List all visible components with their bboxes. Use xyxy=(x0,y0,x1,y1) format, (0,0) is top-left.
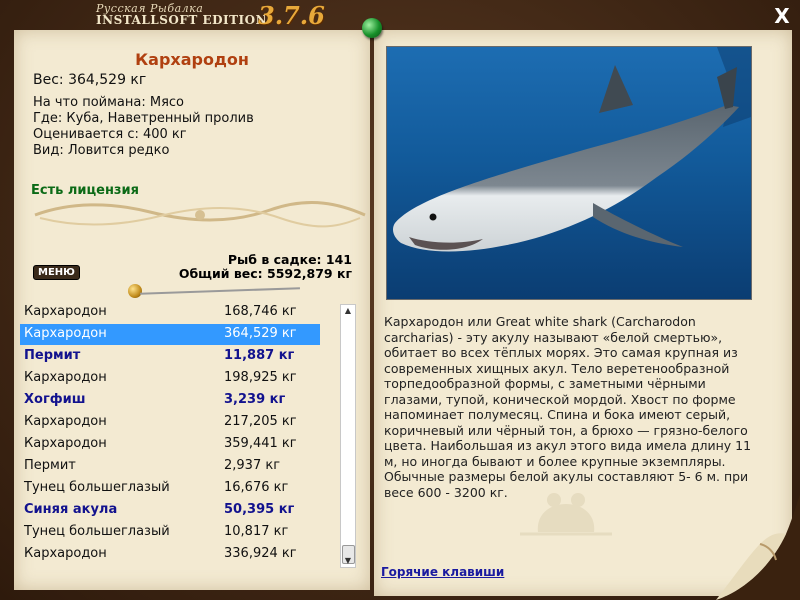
list-item[interactable]: Хогфиш 3,239 кг xyxy=(20,390,320,411)
shark-illustration xyxy=(393,47,751,252)
list-item[interactable]: Тунец большеглазый 10,817 кг xyxy=(20,522,320,543)
list-item[interactable]: Синяя акула 50,395 кг xyxy=(20,500,320,521)
close-button[interactable]: X xyxy=(770,4,794,28)
catch-list[interactable]: Кархародон 168,746 кг Кархародон 364,529 кг… xyxy=(20,300,338,570)
list-item-weight: 3,239 кг xyxy=(224,392,286,407)
license-status: Есть лицензия xyxy=(31,183,139,198)
scroll-up-icon[interactable]: ▲ xyxy=(341,305,355,317)
version-label: 3.7.6 xyxy=(258,1,325,30)
list-item[interactable]: Кархародон 198,925 кг xyxy=(20,368,320,389)
list-item-weight: 217,205 кг xyxy=(224,414,297,429)
list-item-name: Кархародон xyxy=(24,546,107,561)
list-item-weight: 16,676 кг xyxy=(224,480,289,495)
hotkeys-link[interactable]: Горячие клавиши xyxy=(381,565,504,579)
frog-watermark-icon xyxy=(520,493,612,536)
list-item-name: Пермит xyxy=(24,458,76,473)
fish-name: Кархародон xyxy=(135,50,249,69)
fish-rarity: Вид: Ловится редко xyxy=(33,143,170,158)
list-item[interactable]: Кархародон 359,441 кг xyxy=(20,434,320,455)
fish-weight: Вес: 364,529 кг xyxy=(33,72,147,88)
list-item-name: Кархародон xyxy=(24,436,107,451)
list-item[interactable]: Кархародон 336,924 кг xyxy=(20,544,320,565)
pin-icon xyxy=(362,18,382,38)
list-item-weight: 2,937 кг xyxy=(224,458,281,473)
list-item-name: Тунец большеглазый xyxy=(24,480,170,495)
list-item[interactable]: Кархародон 168,746 кг xyxy=(20,302,320,323)
list-item-weight: 11,887 кг xyxy=(224,348,295,363)
list-item-weight: 336,924 кг xyxy=(224,546,297,561)
list-item-weight: 359,441 кг xyxy=(224,436,297,451)
page-curl-icon[interactable] xyxy=(716,494,800,600)
list-item-name: Кархародон xyxy=(24,370,107,385)
fish-valued: Оценивается с: 400 кг xyxy=(33,127,187,142)
list-item[interactable]: Пермит 11,887 кг xyxy=(20,346,320,367)
shark-photo xyxy=(386,46,752,300)
ornament-divider xyxy=(34,201,366,228)
list-item-weight: 50,395 кг xyxy=(224,502,295,517)
total-weight: Общий вес: 5592,879 кг xyxy=(178,266,352,281)
list-item-name: Пермит xyxy=(24,348,81,363)
list-item-weight: 10,817 кг xyxy=(224,524,289,539)
menu-button[interactable]: МЕНЮ xyxy=(33,265,80,280)
list-item-name: Кархародон xyxy=(24,304,107,319)
list-pin-icon xyxy=(128,284,142,298)
brand-edition: INSTALLSOFT EDITION xyxy=(96,13,268,27)
list-item-name: Синяя акула xyxy=(24,502,118,517)
list-item-weight: 198,925 кг xyxy=(224,370,297,385)
list-item-weight: 168,746 кг xyxy=(224,304,297,319)
fish-bait: На что поймана: Мясо xyxy=(33,95,185,110)
list-item[interactable]: Пермит 2,937 кг xyxy=(20,456,320,477)
list-item-name: Кархародон xyxy=(24,414,107,429)
fish-count: Рыб в садке: 141 xyxy=(227,252,352,267)
list-scrollbar[interactable]: ▲ ▼ xyxy=(340,304,356,568)
list-item-name: Хогфиш xyxy=(24,392,86,407)
list-item[interactable]: Кархародон 364,529 кг xyxy=(20,324,320,345)
fish-description: Кархародон или Great white shark (Carcha… xyxy=(384,314,752,500)
list-item-name: Тунец большеглазый xyxy=(24,524,170,539)
list-item-name: Кархародон xyxy=(24,326,107,341)
title-bar: Русская Рыбалка INSTALLSOFT EDITION 3.7.… xyxy=(0,0,800,30)
list-item[interactable]: Тунец большеглазый 16,676 кг xyxy=(20,478,320,499)
fish-location: Где: Куба, Наветренный пролив xyxy=(33,111,254,126)
scroll-down-icon[interactable]: ▼ xyxy=(341,555,355,567)
list-item-weight: 364,529 кг xyxy=(224,326,297,341)
list-item[interactable]: Кархародон 217,205 кг xyxy=(20,412,320,433)
